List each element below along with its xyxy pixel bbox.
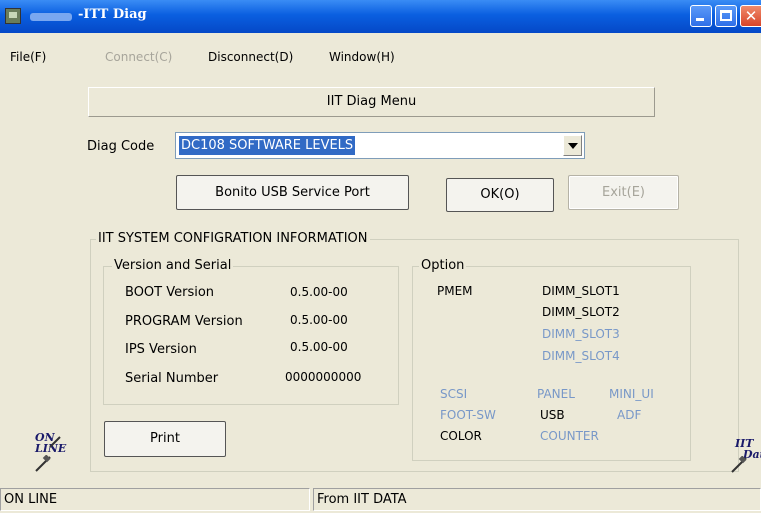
plug-icon (731, 456, 747, 473)
option-adf: ADF (617, 408, 642, 422)
title-bar[interactable]: -ITT Diag ✕ (0, 0, 761, 33)
maximize-button[interactable] (715, 5, 737, 27)
usb-service-port-button[interactable]: Bonito USB Service Port (176, 175, 409, 210)
close-button[interactable]: ✕ (740, 5, 761, 27)
menu-connect[interactable]: Connect(C) (105, 50, 172, 64)
program-version-label: PROGRAM Version (125, 314, 243, 329)
diag-code-value: DC108 SOFTWARE LEVELS (179, 136, 356, 155)
menu-bar: File(F) Connect(C) Disconnect(D) Window(… (0, 33, 761, 70)
exit-button[interactable]: Exit(E) (568, 175, 679, 210)
close-icon: ✕ (744, 7, 758, 25)
option-mini-ui: MINI_UI (609, 387, 654, 401)
boot-version-label: BOOT Version (125, 285, 215, 300)
minimize-button[interactable] (690, 5, 712, 27)
serial-number-value: 0000000000 (285, 370, 362, 384)
option-color: COLOR (440, 429, 482, 443)
menu-disconnect[interactable]: Disconnect(D) (208, 50, 293, 64)
menu-file[interactable]: File(F) (10, 50, 46, 64)
program-version-value: 0.5.00-00 (290, 313, 348, 327)
option-panel: PANEL (537, 387, 575, 401)
diag-menu-banner: IIT Diag Menu (88, 87, 655, 117)
option-usb: USB (540, 408, 565, 422)
title-obscured-text (30, 13, 72, 21)
option-foot-sw: FOOT-SW (440, 408, 496, 422)
window-title: -ITT Diag (78, 7, 147, 22)
chevron-down-icon[interactable] (563, 135, 582, 156)
plug-icon (49, 436, 61, 448)
boot-version-value: 0.5.00-00 (290, 285, 348, 299)
diag-code-label: Diag Code (87, 139, 155, 154)
print-button[interactable]: Print (104, 421, 226, 457)
dimm-slot-1: DIMM_SLOT1 (542, 284, 620, 298)
status-online: ON LINE (0, 488, 310, 511)
dimm-slot-2: DIMM_SLOT2 (542, 305, 620, 319)
ok-button[interactable]: OK(O) (446, 178, 554, 212)
status-bar: ON LINE From IIT DATA (0, 485, 761, 513)
option-scsi: SCSI (440, 387, 468, 401)
diag-code-select[interactable]: DC108 SOFTWARE LEVELS (175, 132, 585, 159)
plug-icon (35, 455, 51, 472)
menu-window[interactable]: Window(H) (329, 50, 395, 64)
ips-version-label: IPS Version (125, 342, 197, 357)
option-title: Option (419, 258, 467, 273)
status-source: From IIT DATA (313, 488, 761, 511)
system-config-title: IIT SYSTEM CONFIGRATION INFORMATION (96, 231, 370, 246)
ips-version-value: 0.5.00-00 (290, 340, 348, 354)
option-counter: COUNTER (540, 429, 599, 443)
version-serial-title: Version and Serial (112, 258, 234, 273)
dimm-slot-4: DIMM_SLOT4 (542, 349, 620, 363)
serial-number-label: Serial Number (125, 371, 219, 386)
app-icon[interactable] (5, 8, 21, 24)
dimm-slot-3: DIMM_SLOT3 (542, 327, 620, 341)
pmem-label: PMEM (437, 284, 473, 298)
